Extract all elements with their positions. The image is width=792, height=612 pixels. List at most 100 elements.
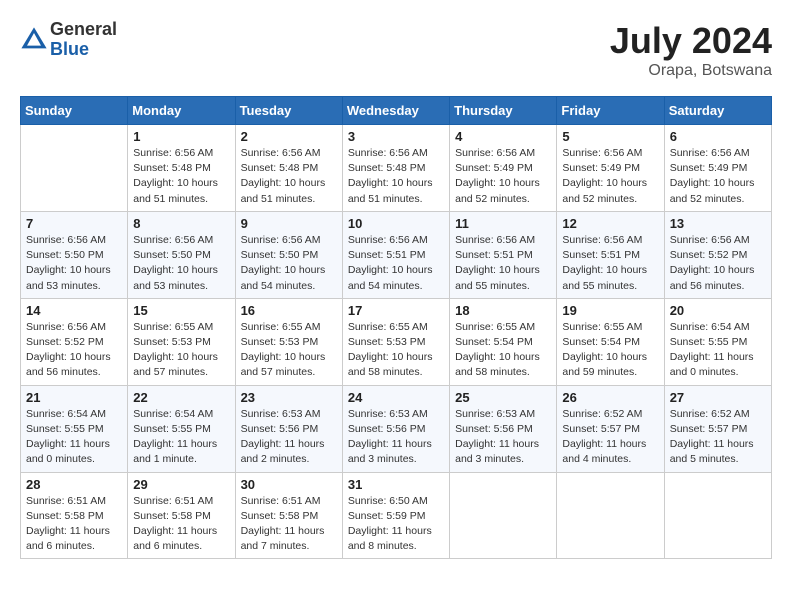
day-cell: 28 Sunrise: 6:51 AM Sunset: 5:58 PM Dayli… bbox=[21, 472, 128, 559]
title-block: July 2024 Orapa, Botswana bbox=[610, 20, 772, 80]
day-info: Sunrise: 6:55 AM Sunset: 5:54 PM Dayligh… bbox=[455, 320, 551, 381]
day-number: 22 bbox=[133, 390, 229, 405]
day-number: 16 bbox=[241, 303, 337, 318]
day-number: 13 bbox=[670, 216, 766, 231]
day-number: 7 bbox=[26, 216, 122, 231]
day-info: Sunrise: 6:54 AM Sunset: 5:55 PM Dayligh… bbox=[133, 407, 229, 468]
week-row-5: 28 Sunrise: 6:51 AM Sunset: 5:58 PM Dayli… bbox=[21, 472, 772, 559]
day-number: 6 bbox=[670, 129, 766, 144]
day-cell: 16 Sunrise: 6:55 AM Sunset: 5:53 PM Dayli… bbox=[235, 298, 342, 385]
day-number: 18 bbox=[455, 303, 551, 318]
month-year: July 2024 bbox=[610, 20, 772, 62]
day-number: 21 bbox=[26, 390, 122, 405]
day-cell bbox=[664, 472, 771, 559]
day-cell: 2 Sunrise: 6:56 AM Sunset: 5:48 PM Daylig… bbox=[235, 125, 342, 212]
day-info: Sunrise: 6:50 AM Sunset: 5:59 PM Dayligh… bbox=[348, 494, 444, 555]
day-number: 27 bbox=[670, 390, 766, 405]
day-number: 10 bbox=[348, 216, 444, 231]
logo-general: General bbox=[50, 20, 117, 40]
day-cell: 26 Sunrise: 6:52 AM Sunset: 5:57 PM Dayli… bbox=[557, 385, 664, 472]
day-number: 17 bbox=[348, 303, 444, 318]
day-number: 2 bbox=[241, 129, 337, 144]
day-cell: 22 Sunrise: 6:54 AM Sunset: 5:55 PM Dayli… bbox=[128, 385, 235, 472]
day-cell: 15 Sunrise: 6:55 AM Sunset: 5:53 PM Dayli… bbox=[128, 298, 235, 385]
day-info: Sunrise: 6:56 AM Sunset: 5:50 PM Dayligh… bbox=[26, 233, 122, 294]
day-info: Sunrise: 6:56 AM Sunset: 5:50 PM Dayligh… bbox=[133, 233, 229, 294]
header-monday: Monday bbox=[128, 97, 235, 125]
day-info: Sunrise: 6:56 AM Sunset: 5:52 PM Dayligh… bbox=[26, 320, 122, 381]
day-number: 15 bbox=[133, 303, 229, 318]
calendar-body: 1 Sunrise: 6:56 AM Sunset: 5:48 PM Daylig… bbox=[21, 125, 772, 559]
header-friday: Friday bbox=[557, 97, 664, 125]
day-info: Sunrise: 6:56 AM Sunset: 5:49 PM Dayligh… bbox=[455, 146, 551, 207]
day-info: Sunrise: 6:56 AM Sunset: 5:52 PM Dayligh… bbox=[670, 233, 766, 294]
day-cell: 13 Sunrise: 6:56 AM Sunset: 5:52 PM Dayli… bbox=[664, 211, 771, 298]
day-info: Sunrise: 6:56 AM Sunset: 5:50 PM Dayligh… bbox=[241, 233, 337, 294]
day-number: 25 bbox=[455, 390, 551, 405]
day-cell bbox=[450, 472, 557, 559]
day-cell: 3Sunrise: 6:56 AM Sunset: 5:48 PM Daylig… bbox=[342, 125, 449, 212]
page-header: General Blue July 2024 Orapa, Botswana bbox=[20, 20, 772, 80]
day-number: 24 bbox=[348, 390, 444, 405]
day-cell: 4 Sunrise: 6:56 AM Sunset: 5:49 PM Daylig… bbox=[450, 125, 557, 212]
day-cell: 5 Sunrise: 6:56 AM Sunset: 5:49 PM Daylig… bbox=[557, 125, 664, 212]
day-number: 20 bbox=[670, 303, 766, 318]
day-number: 14 bbox=[26, 303, 122, 318]
day-cell: 8 Sunrise: 6:56 AM Sunset: 5:50 PM Daylig… bbox=[128, 211, 235, 298]
week-row-4: 21 Sunrise: 6:54 AM Sunset: 5:55 PM Dayli… bbox=[21, 385, 772, 472]
day-info: Sunrise: 6:56 AM Sunset: 5:48 PM Dayligh… bbox=[241, 146, 337, 207]
day-cell: 31Sunrise: 6:50 AM Sunset: 5:59 PM Dayli… bbox=[342, 472, 449, 559]
header-saturday: Saturday bbox=[664, 97, 771, 125]
day-info: Sunrise: 6:53 AM Sunset: 5:56 PM Dayligh… bbox=[455, 407, 551, 468]
day-cell: 9Sunrise: 6:56 AM Sunset: 5:50 PM Daylig… bbox=[235, 211, 342, 298]
day-number: 4 bbox=[455, 129, 551, 144]
day-cell: 14 Sunrise: 6:56 AM Sunset: 5:52 PM Dayli… bbox=[21, 298, 128, 385]
day-info: Sunrise: 6:54 AM Sunset: 5:55 PM Dayligh… bbox=[670, 320, 766, 381]
day-cell: 24 Sunrise: 6:53 AM Sunset: 5:56 PM Dayli… bbox=[342, 385, 449, 472]
day-info: Sunrise: 6:56 AM Sunset: 5:49 PM Dayligh… bbox=[670, 146, 766, 207]
day-number: 12 bbox=[562, 216, 658, 231]
day-info: Sunrise: 6:53 AM Sunset: 5:56 PM Dayligh… bbox=[241, 407, 337, 468]
header-row: SundayMondayTuesdayWednesdayThursdayFrid… bbox=[21, 97, 772, 125]
calendar: SundayMondayTuesdayWednesdayThursdayFrid… bbox=[20, 96, 772, 559]
day-info: Sunrise: 6:56 AM Sunset: 5:51 PM Dayligh… bbox=[348, 233, 444, 294]
day-info: Sunrise: 6:51 AM Sunset: 5:58 PM Dayligh… bbox=[133, 494, 229, 555]
day-number: 30 bbox=[241, 477, 337, 492]
header-thursday: Thursday bbox=[450, 97, 557, 125]
day-number: 8 bbox=[133, 216, 229, 231]
logo: General Blue bbox=[20, 20, 117, 60]
day-cell: 19Sunrise: 6:55 AM Sunset: 5:54 PM Dayli… bbox=[557, 298, 664, 385]
location: Orapa, Botswana bbox=[610, 62, 772, 80]
week-row-1: 1 Sunrise: 6:56 AM Sunset: 5:48 PM Daylig… bbox=[21, 125, 772, 212]
logo-blue: Blue bbox=[50, 40, 117, 60]
day-info: Sunrise: 6:55 AM Sunset: 5:53 PM Dayligh… bbox=[241, 320, 337, 381]
week-row-3: 14 Sunrise: 6:56 AM Sunset: 5:52 PM Dayli… bbox=[21, 298, 772, 385]
week-row-2: 7 Sunrise: 6:56 AM Sunset: 5:50 PM Daylig… bbox=[21, 211, 772, 298]
day-number: 23 bbox=[241, 390, 337, 405]
day-info: Sunrise: 6:55 AM Sunset: 5:53 PM Dayligh… bbox=[348, 320, 444, 381]
calendar-header: SundayMondayTuesdayWednesdayThursdayFrid… bbox=[21, 97, 772, 125]
day-cell: 21Sunrise: 6:54 AM Sunset: 5:55 PM Dayli… bbox=[21, 385, 128, 472]
day-number: 26 bbox=[562, 390, 658, 405]
header-tuesday: Tuesday bbox=[235, 97, 342, 125]
day-info: Sunrise: 6:52 AM Sunset: 5:57 PM Dayligh… bbox=[562, 407, 658, 468]
header-wednesday: Wednesday bbox=[342, 97, 449, 125]
day-info: Sunrise: 6:56 AM Sunset: 5:51 PM Dayligh… bbox=[562, 233, 658, 294]
day-info: Sunrise: 6:56 AM Sunset: 5:49 PM Dayligh… bbox=[562, 146, 658, 207]
header-sunday: Sunday bbox=[21, 97, 128, 125]
day-cell: 7 Sunrise: 6:56 AM Sunset: 5:50 PM Daylig… bbox=[21, 211, 128, 298]
day-number: 5 bbox=[562, 129, 658, 144]
day-number: 28 bbox=[26, 477, 122, 492]
day-number: 29 bbox=[133, 477, 229, 492]
day-info: Sunrise: 6:51 AM Sunset: 5:58 PM Dayligh… bbox=[26, 494, 122, 555]
day-info: Sunrise: 6:53 AM Sunset: 5:56 PM Dayligh… bbox=[348, 407, 444, 468]
logo-icon bbox=[20, 26, 48, 54]
day-number: 1 bbox=[133, 129, 229, 144]
day-cell: 12 Sunrise: 6:56 AM Sunset: 5:51 PM Dayli… bbox=[557, 211, 664, 298]
day-cell bbox=[21, 125, 128, 212]
day-cell: 29 Sunrise: 6:51 AM Sunset: 5:58 PM Dayli… bbox=[128, 472, 235, 559]
logo-text: General Blue bbox=[50, 20, 117, 60]
day-cell: 20 Sunrise: 6:54 AM Sunset: 5:55 PM Dayli… bbox=[664, 298, 771, 385]
day-info: Sunrise: 6:56 AM Sunset: 5:51 PM Dayligh… bbox=[455, 233, 551, 294]
day-info: Sunrise: 6:55 AM Sunset: 5:53 PM Dayligh… bbox=[133, 320, 229, 381]
